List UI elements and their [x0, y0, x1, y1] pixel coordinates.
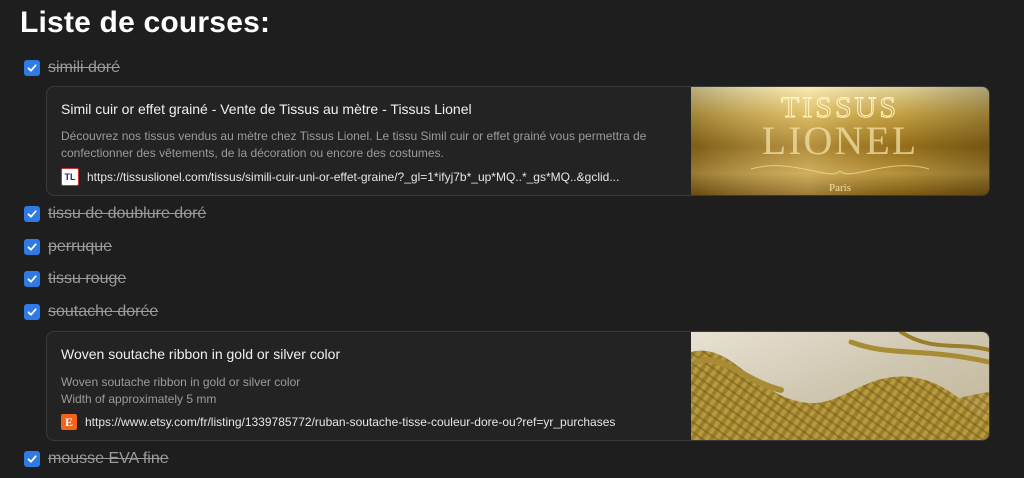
- checkbox[interactable]: [24, 206, 40, 222]
- bookmark-card-tissus-lionel[interactable]: Simil cuir or effet grainé - Vente de Ti…: [46, 86, 990, 196]
- todo-item: tissu rouge: [24, 269, 126, 289]
- todo-label: mousse EVA fine: [48, 450, 169, 467]
- bookmark-description: Découvrez nos tissus vendus au mètre che…: [61, 129, 647, 160]
- logo-text-lionel: LIONEL: [762, 118, 918, 163]
- checkbox[interactable]: [24, 451, 40, 467]
- checkbox[interactable]: [24, 304, 40, 320]
- favicon-text: E: [64, 414, 73, 429]
- page-title: Liste de courses:: [20, 6, 271, 39]
- todo-label: tissu rouge: [48, 270, 127, 287]
- todo-label: tissu de doublure doré: [48, 205, 207, 222]
- todo-item: mousse EVA fine: [24, 449, 169, 469]
- todo-item: simili doré: [24, 58, 120, 78]
- bookmark-description-line: Woven soutache ribbon in gold or silver …: [61, 375, 301, 389]
- bookmark-url[interactable]: https://tissuslionel.com/tissus/simili-c…: [87, 170, 619, 184]
- tissus-lionel-logo-image: TISSUS LIONEL Paris: [691, 87, 989, 195]
- logo-text-paris: Paris: [829, 182, 851, 194]
- checkbox[interactable]: [24, 271, 40, 287]
- checkmark-icon: [27, 64, 37, 72]
- etsy-favicon-icon: E: [61, 414, 77, 430]
- todo-item: soutache dorée: [24, 302, 158, 322]
- todo-label: soutache dorée: [48, 303, 159, 320]
- checkbox[interactable]: [24, 60, 40, 76]
- bookmark-card-etsy[interactable]: Woven soutache ribbon in gold or silver …: [46, 331, 990, 441]
- todo-item: perruque: [24, 237, 112, 257]
- checkbox[interactable]: [24, 239, 40, 255]
- bookmark-title: Woven soutache ribbon in gold or silver …: [61, 346, 341, 362]
- todo-item: tissu de doublure doré: [24, 204, 206, 224]
- checkmark-icon: [27, 308, 37, 316]
- bookmark-description-line: Width of approximately 5 mm: [61, 392, 217, 406]
- favicon-text: TL: [64, 172, 76, 182]
- checkmark-icon: [27, 275, 37, 283]
- tissus-lionel-favicon-icon: TL: [61, 168, 79, 186]
- bookmark-title: Simil cuir or effet grainé - Vente de Ti…: [61, 101, 472, 117]
- todo-label: perruque: [48, 238, 113, 255]
- checkmark-icon: [27, 455, 37, 463]
- bookmark-url[interactable]: https://www.etsy.com/fr/listing/13397857…: [85, 415, 615, 429]
- checkmark-icon: [27, 243, 37, 251]
- todo-label: simili doré: [48, 59, 121, 76]
- checkmark-icon: [27, 210, 37, 218]
- bookmark-thumbnail: [691, 332, 989, 440]
- soutache-ribbon-image: [691, 332, 989, 440]
- bookmark-thumbnail: TISSUS LIONEL Paris: [691, 87, 989, 195]
